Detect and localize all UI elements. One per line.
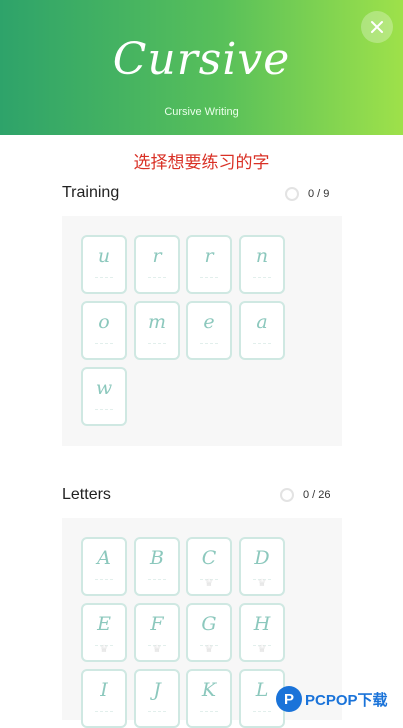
letter-card[interactable]: B: [134, 537, 180, 596]
guide-line: [200, 343, 218, 344]
card-glyph: I: [100, 679, 108, 701]
letter-card[interactable]: F ♛: [134, 603, 180, 662]
card-glyph: E: [97, 613, 111, 635]
card-glyph: D: [254, 547, 270, 569]
card-glyph: B: [150, 547, 164, 569]
training-card[interactable]: e: [186, 301, 232, 360]
training-card[interactable]: w: [81, 367, 127, 426]
training-panel: u r r n o m e a w: [62, 216, 342, 446]
card-glyph: e: [203, 311, 215, 333]
guide-line: [95, 579, 113, 580]
letters-progress-label: 0 / 26: [303, 489, 331, 501]
guide-line: [148, 277, 166, 278]
pcpop-watermark: P PCPOP下载: [276, 682, 388, 716]
training-card[interactable]: o: [81, 301, 127, 360]
training-card[interactable]: m: [134, 301, 180, 360]
guide-line: [148, 711, 166, 712]
card-glyph: u: [97, 245, 111, 267]
guide-line: [95, 343, 113, 344]
guide-line: [253, 277, 271, 278]
cursive-logo: Cursive: [112, 34, 291, 85]
card-glyph: K: [201, 679, 217, 701]
close-button[interactable]: [361, 11, 393, 43]
guide-line: [148, 343, 166, 344]
card-glyph: A: [97, 547, 111, 569]
training-card[interactable]: r: [186, 235, 232, 294]
card-glyph: C: [201, 547, 217, 569]
guide-line: [95, 277, 113, 278]
guide-line: [148, 579, 166, 580]
progress-ring-icon: [285, 187, 299, 201]
card-glyph: w: [95, 377, 113, 399]
letter-card[interactable]: A: [81, 537, 127, 596]
training-card[interactable]: r: [134, 235, 180, 294]
instruction-text: 选择想要练习的字: [133, 153, 270, 173]
card-glyph: r: [204, 245, 214, 267]
training-progress-label: 0 / 9: [308, 188, 330, 200]
training-card[interactable]: u: [81, 235, 127, 294]
card-glyph: G: [201, 613, 217, 635]
letter-card[interactable]: C ♛: [186, 537, 232, 596]
guide-line: [253, 711, 271, 712]
card-glyph: r: [152, 245, 162, 267]
crown-icon: ♛: [204, 644, 214, 655]
guide-line: [200, 711, 218, 712]
letter-card[interactable]: D ♛: [239, 537, 285, 596]
header-subtitle: Cursive Writing: [164, 106, 239, 118]
letter-card[interactable]: G ♛: [186, 603, 232, 662]
training-card[interactable]: n: [239, 235, 285, 294]
training-section-title: Training: [62, 184, 120, 201]
letter-card[interactable]: K: [186, 669, 232, 728]
training-card[interactable]: a: [239, 301, 285, 360]
guide-line: [253, 343, 271, 344]
guide-line: [95, 711, 113, 712]
pcpop-logo-icon: P: [276, 686, 302, 712]
letters-section-title: Letters: [62, 486, 111, 503]
crown-icon: ♛: [99, 644, 109, 655]
close-icon: [371, 21, 383, 33]
training-progress: 0 / 9: [285, 183, 329, 205]
crown-icon: ♛: [152, 644, 162, 655]
card-glyph: o: [98, 311, 110, 333]
card-glyph: a: [256, 311, 268, 333]
guide-line: [95, 409, 113, 410]
letter-card[interactable]: J: [134, 669, 180, 728]
letter-card[interactable]: H ♛: [239, 603, 285, 662]
crown-icon: ♛: [204, 578, 214, 589]
card-glyph: m: [147, 311, 167, 333]
card-glyph: n: [255, 245, 269, 267]
card-glyph: H: [253, 613, 271, 635]
progress-ring-icon: [280, 488, 294, 502]
letter-card[interactable]: I: [81, 669, 127, 728]
header-banner: Cursive Cursive Writing: [0, 0, 403, 135]
letters-progress: 0 / 26: [280, 484, 331, 506]
watermark-text: PCPOP下载: [305, 691, 388, 709]
card-glyph: J: [153, 679, 161, 701]
letter-card[interactable]: E ♛: [81, 603, 127, 662]
crown-icon: ♛: [257, 578, 267, 589]
card-glyph: F: [150, 613, 164, 635]
guide-line: [200, 277, 218, 278]
crown-icon: ♛: [257, 644, 267, 655]
